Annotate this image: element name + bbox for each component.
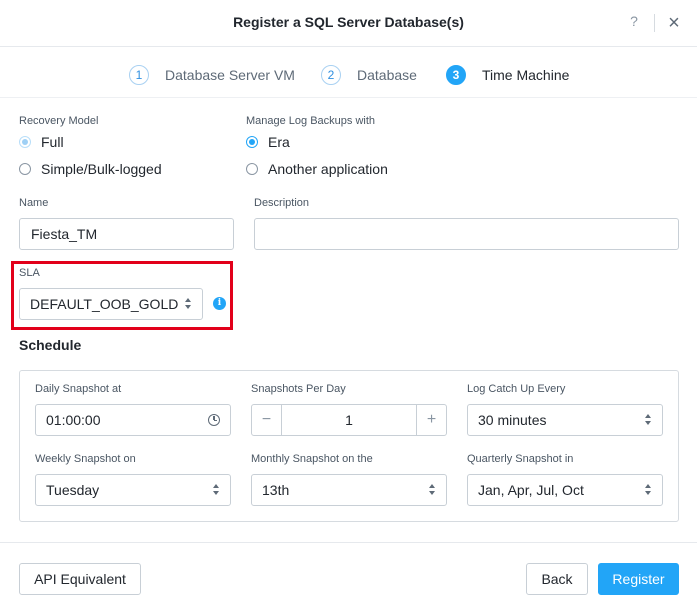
clock-icon[interactable] <box>208 414 220 426</box>
sla-value: DEFAULT_OOB_GOLD_ <box>30 296 178 312</box>
weekly-snapshot-select[interactable]: Tuesday <box>35 474 231 506</box>
step-label: Time Machine <box>482 67 570 83</box>
select-caret-icon <box>184 298 192 310</box>
decrement-button[interactable]: − <box>252 405 282 435</box>
daily-snapshot-label: Daily Snapshot at <box>35 383 122 395</box>
quarterly-snapshot-label: Quarterly Snapshot in <box>467 453 574 465</box>
step-number: 3 <box>446 65 466 85</box>
dialog-title: Register a SQL Server Database(s) <box>233 14 464 30</box>
snapshots-per-day-label: Snapshots Per Day <box>251 383 346 395</box>
quarterly-snapshot-select[interactable]: Jan, Apr, Jul, Oct <box>467 474 663 506</box>
select-caret-icon <box>212 484 220 496</box>
step-number: 2 <box>321 65 341 85</box>
log-catchup-select[interactable]: 30 minutes <box>467 404 663 436</box>
monthly-snapshot-label: Monthly Snapshot on the <box>251 453 373 465</box>
close-icon[interactable]: × <box>664 12 684 34</box>
radio-button[interactable] <box>19 136 31 148</box>
name-input[interactable]: Fiesta_TM <box>19 218 234 250</box>
log-catchup-value: 30 minutes <box>478 412 547 428</box>
select-caret-icon <box>428 484 436 496</box>
radio-label: Simple/Bulk-logged <box>41 161 162 177</box>
snapshots-per-day-stepper: − 1 + <box>251 404 447 436</box>
quarterly-snapshot-value: Jan, Apr, Jul, Oct <box>478 482 584 498</box>
step-label: Database Server VM <box>165 67 295 83</box>
step-time-machine[interactable]: 3 Time Machine <box>446 64 569 86</box>
description-label: Description <box>254 197 310 209</box>
back-button[interactable]: Back <box>526 563 588 595</box>
step-database-server-vm[interactable]: 1 Database Server VM <box>129 64 295 86</box>
recovery-simple-option[interactable]: Simple/Bulk-logged <box>19 160 162 178</box>
register-database-dialog: Register a SQL Server Database(s) ? × 1 … <box>0 0 697 612</box>
schedule-title: Schedule <box>19 337 82 353</box>
select-caret-icon <box>644 484 652 496</box>
wizard-steps: 1 Database Server VM 2 Database 3 Time M… <box>0 48 697 98</box>
radio-button[interactable] <box>246 163 258 175</box>
sla-select[interactable]: DEFAULT_OOB_GOLD_ <box>19 288 203 320</box>
radio-label: Full <box>41 134 64 150</box>
register-button[interactable]: Register <box>598 563 679 595</box>
log-catchup-label: Log Catch Up Every <box>467 383 566 395</box>
description-input[interactable] <box>254 218 679 250</box>
recovery-full-option[interactable]: Full <box>19 133 64 151</box>
monthly-snapshot-select[interactable]: 13th <box>251 474 447 506</box>
name-label: Name <box>19 197 49 209</box>
select-caret-icon <box>644 414 652 426</box>
radio-label: Era <box>268 134 290 150</box>
dialog-header: Register a SQL Server Database(s) ? × <box>0 0 697 47</box>
daily-snapshot-value: 01:00:00 <box>46 412 101 428</box>
snapshots-per-day-value[interactable]: 1 <box>282 405 416 435</box>
radio-button[interactable] <box>246 136 258 148</box>
api-equivalent-button[interactable]: API Equivalent <box>19 563 141 595</box>
weekly-snapshot-label: Weekly Snapshot on <box>35 453 136 465</box>
info-icon[interactable]: i <box>213 297 226 310</box>
monthly-snapshot-value: 13th <box>262 482 290 498</box>
increment-button[interactable]: + <box>416 405 446 435</box>
help-icon[interactable]: ? <box>626 13 642 33</box>
step-number: 1 <box>129 65 149 85</box>
radio-label: Another application <box>268 161 388 177</box>
log-backups-label: Manage Log Backups with <box>246 115 376 127</box>
recovery-model-label: Recovery Model <box>19 115 99 127</box>
dialog-footer: API Equivalent Back Register <box>0 542 697 612</box>
weekly-snapshot-value: Tuesday <box>46 482 100 498</box>
sla-label: SLA <box>19 267 40 279</box>
log-backups-era-option[interactable]: Era <box>246 133 290 151</box>
header-divider <box>654 14 655 32</box>
radio-button[interactable] <box>19 163 31 175</box>
step-database[interactable]: 2 Database <box>321 64 417 86</box>
daily-snapshot-time-input[interactable]: 01:00:00 <box>35 404 231 436</box>
log-backups-another-option[interactable]: Another application <box>246 160 388 178</box>
step-label: Database <box>357 67 417 83</box>
